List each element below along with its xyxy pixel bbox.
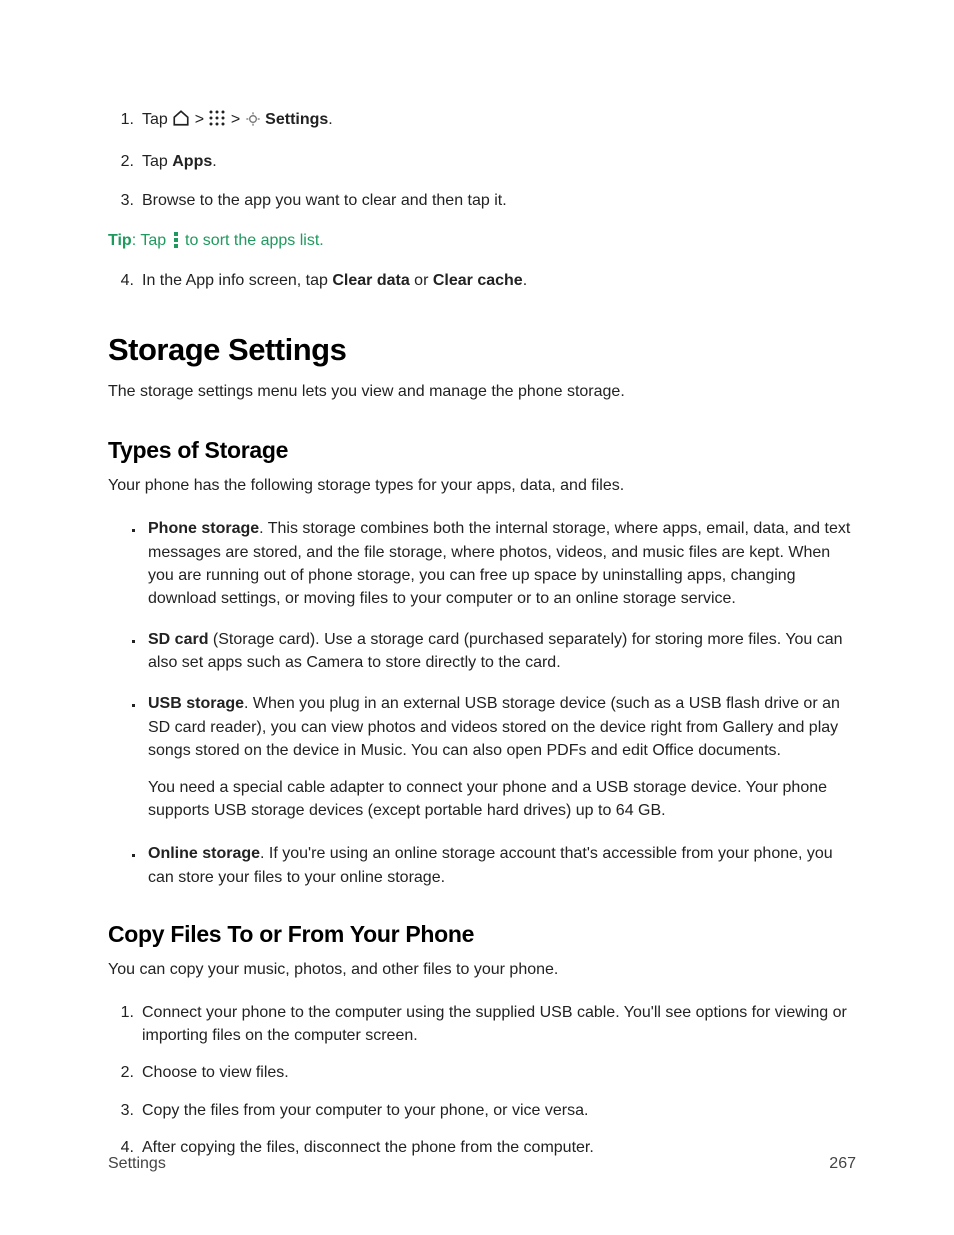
page-content: Tap > > Settings. Tap Apps. Browse to th… [0, 0, 954, 1159]
list-item: USB storage. When you plug in an externa… [144, 692, 856, 822]
copy-step-3: Copy the files from your computer to you… [136, 1099, 856, 1122]
copy-step-1: Connect your phone to the computer using… [136, 1001, 856, 1047]
usb-storage-desc: . When you plug in an external USB stora… [148, 695, 840, 758]
footer-page-number: 267 [829, 1155, 856, 1173]
list-item: Online storage. If you're using an onlin… [144, 842, 856, 888]
storage-types-list: Phone storage. This storage combines bot… [108, 517, 856, 888]
sd-card-label: SD card [148, 631, 208, 648]
sd-card-desc: (Storage card). Use a storage card (purc… [148, 631, 843, 671]
online-storage-label: Online storage [148, 845, 260, 862]
chevron-1: > [190, 111, 208, 128]
clear-cache-label: Clear cache [433, 272, 523, 289]
steps-clear-app-cont: In the App info screen, tap Clear data o… [108, 269, 856, 292]
tip-line: Tip: Tap to sort the apps list. [108, 229, 856, 255]
clear-data-label: Clear data [332, 272, 409, 289]
footer-section: Settings [108, 1155, 166, 1173]
copy-step-2: Choose to view files. [136, 1061, 856, 1084]
home-icon [172, 109, 190, 134]
step-1-text-prefix: Tap [142, 111, 172, 128]
sort-icon [171, 232, 181, 255]
settings-icon [245, 111, 261, 134]
steps-clear-app: Tap > > Settings. Tap Apps. Browse to th… [108, 108, 856, 213]
step-2-period: . [212, 153, 216, 170]
step-2: Tap Apps. [136, 150, 856, 173]
copy-files-steps: Connect your phone to the computer using… [108, 1001, 856, 1159]
step-2-prefix: Tap [142, 153, 172, 170]
tip-after: to sort the apps list. [181, 232, 324, 249]
settings-label: Settings [265, 111, 328, 128]
step-4-period: . [523, 272, 527, 289]
heading-storage-settings: Storage Settings [108, 332, 856, 368]
heading-types-of-storage: Types of Storage [108, 437, 856, 464]
usb-storage-label: USB storage [148, 695, 244, 712]
usb-storage-extra: You need a special cable adapter to conn… [148, 776, 856, 822]
copy-files-intro: You can copy your music, photos, and oth… [108, 958, 856, 981]
storage-settings-intro: The storage settings menu lets you view … [108, 380, 856, 403]
page-footer: Settings 267 [108, 1155, 856, 1173]
tip-before: Tap [140, 232, 170, 249]
step-1: Tap > > Settings. [136, 108, 856, 134]
step-3: Browse to the app you want to clear and … [136, 189, 856, 212]
tip-label: Tip [108, 232, 132, 249]
list-item: Phone storage. This storage combines bot… [144, 517, 856, 610]
phone-storage-label: Phone storage [148, 520, 259, 537]
step-4-mid: or [410, 272, 433, 289]
chevron-2: > [226, 111, 244, 128]
heading-copy-files: Copy Files To or From Your Phone [108, 921, 856, 948]
apps-grid-icon [208, 109, 226, 134]
list-item: SD card (Storage card). Use a storage ca… [144, 628, 856, 674]
types-intro: Your phone has the following storage typ… [108, 474, 856, 497]
step-4-prefix: In the App info screen, tap [142, 272, 332, 289]
step-4: In the App info screen, tap Clear data o… [136, 269, 856, 292]
step-1-period: . [328, 111, 332, 128]
apps-label: Apps [172, 153, 212, 170]
